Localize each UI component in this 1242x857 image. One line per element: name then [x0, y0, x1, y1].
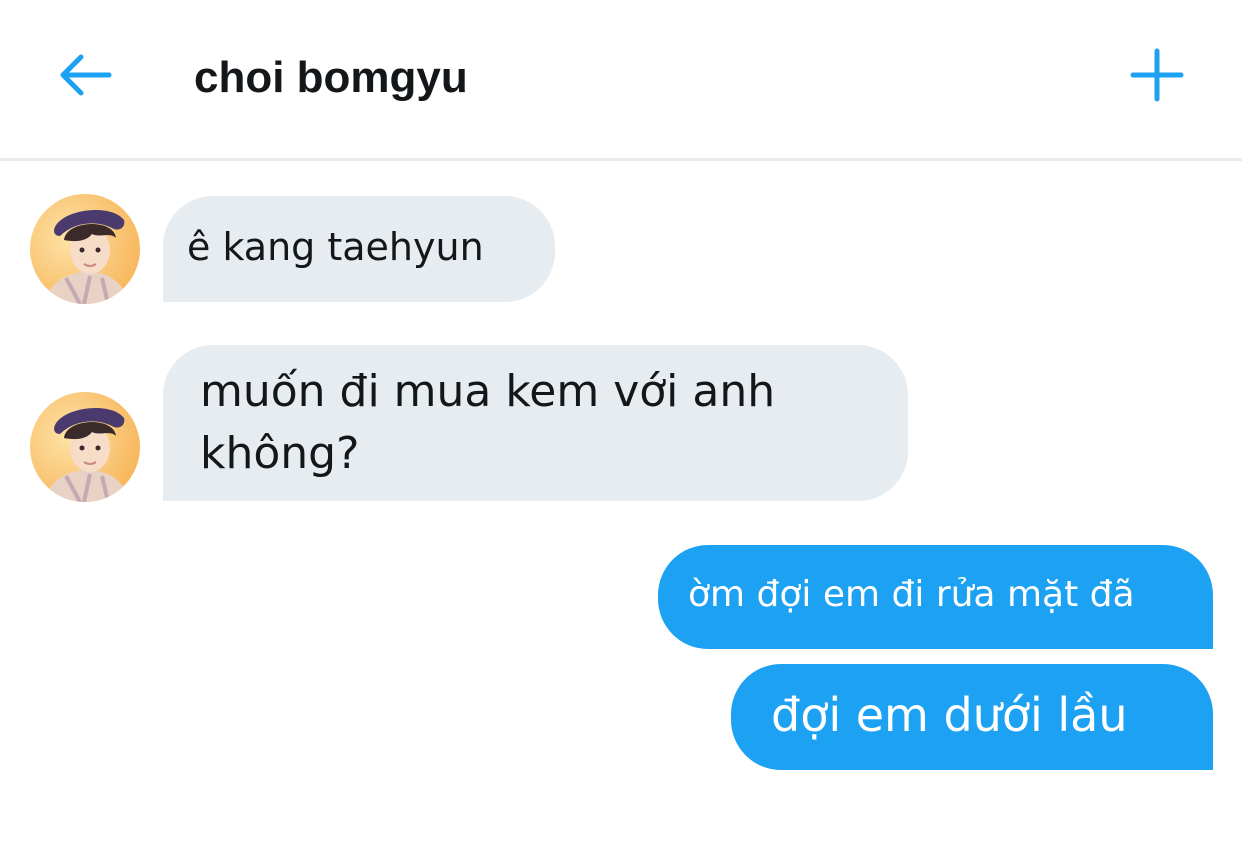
chat-header: choi bomgyu — [0, 0, 1242, 161]
message-bubble[interactable]: đợi em dưới lầu — [731, 664, 1213, 770]
message-bubble[interactable]: muốn đi mua kem với anh không? — [163, 345, 908, 501]
arrow-left-icon — [60, 54, 112, 96]
avatar[interactable] — [30, 392, 140, 502]
message-text: muốn đi mua kem với anh không? — [200, 366, 776, 479]
add-button[interactable] — [1124, 42, 1190, 108]
conversation-title: choi bomgyu — [194, 53, 468, 102]
message-bubble[interactable]: ê kang taehyun — [163, 196, 555, 302]
avatar[interactable] — [30, 194, 140, 304]
message-text: ê kang taehyun — [187, 225, 484, 269]
plus-icon — [1130, 48, 1184, 102]
message-text: ờm đợi em đi rửa mặt đã — [688, 574, 1135, 615]
message-text: đợi em dưới lầu — [771, 688, 1128, 742]
message-bubble[interactable]: ờm đợi em đi rửa mặt đã — [658, 545, 1213, 649]
back-button[interactable] — [52, 44, 118, 106]
